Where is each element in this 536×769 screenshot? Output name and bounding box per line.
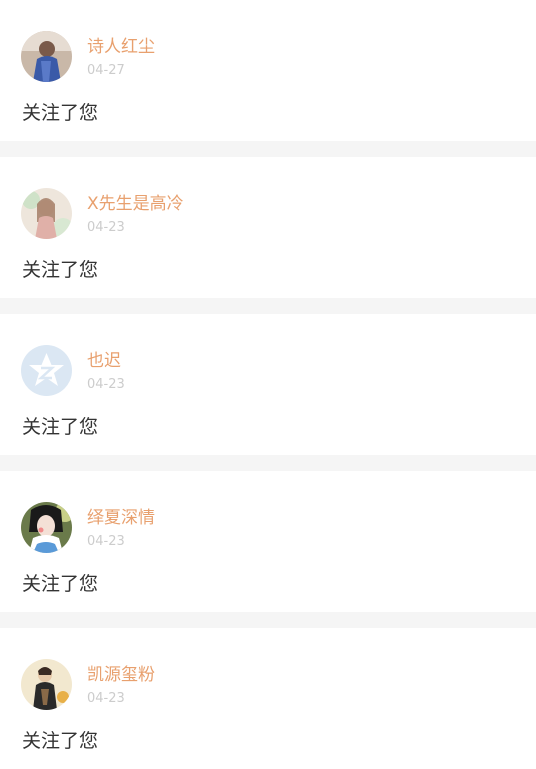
follow-notification-list: 诗人红尘 04-27 关注了您 X先生是高冷 04-23 关注了您 也迟 04-… <box>0 0 536 769</box>
follow-date: 04-23 <box>87 377 125 392</box>
follow-message: 关注了您 <box>22 730 99 752</box>
user-name-link[interactable]: 诗人红尘 <box>87 36 155 58</box>
user-name-link[interactable]: 凯源玺粉 <box>87 664 155 686</box>
list-item[interactable]: X先生是高冷 04-23 关注了您 <box>0 157 536 298</box>
user-avatar-icon[interactable] <box>21 188 72 239</box>
list-item[interactable]: 诗人红尘 04-27 关注了您 <box>0 0 536 141</box>
list-item[interactable]: 也迟 04-23 关注了您 <box>0 314 536 455</box>
follow-date: 04-23 <box>87 534 125 549</box>
follow-message: 关注了您 <box>22 102 99 124</box>
follow-message: 关注了您 <box>22 259 99 281</box>
user-avatar-icon[interactable] <box>21 502 72 553</box>
user-avatar-icon[interactable] <box>21 659 72 710</box>
follow-date: 04-23 <box>87 691 125 706</box>
user-name-link[interactable]: 也迟 <box>87 350 121 372</box>
user-avatar-icon[interactable] <box>21 31 72 82</box>
default-qq-avatar-icon[interactable] <box>21 345 72 396</box>
follow-message: 关注了您 <box>22 573 99 595</box>
follow-message: 关注了您 <box>22 416 99 438</box>
follow-date: 04-27 <box>87 63 125 78</box>
follow-date: 04-23 <box>87 220 125 235</box>
user-name-link[interactable]: 绎夏深情 <box>87 507 155 529</box>
list-item[interactable]: 绎夏深情 04-23 关注了您 <box>0 471 536 612</box>
list-item[interactable]: 凯源玺粉 04-23 关注了您 <box>0 628 536 769</box>
user-name-link[interactable]: X先生是高冷 <box>87 193 184 215</box>
